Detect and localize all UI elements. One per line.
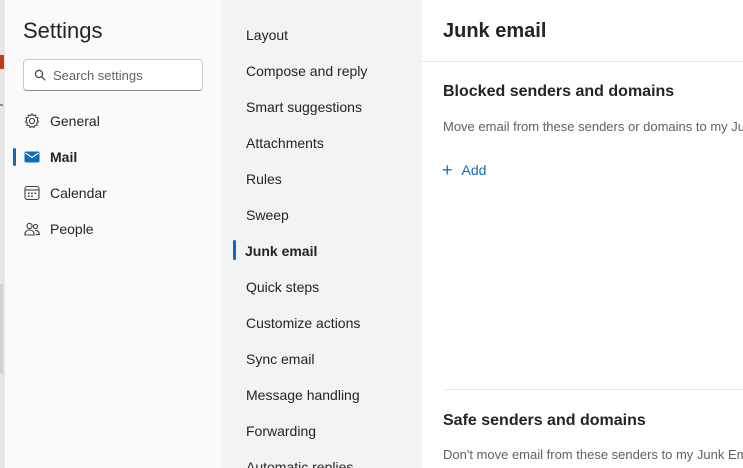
blocked-senders-description: Move email from these senders or domains… xyxy=(443,119,743,134)
page-title: Junk email xyxy=(443,20,547,42)
add-blocked-sender-button[interactable]: + Add xyxy=(442,160,486,180)
search-input[interactable] xyxy=(53,67,193,83)
subnav-item-attachments[interactable]: Attachments xyxy=(246,131,324,155)
safe-senders-description: Don't move email from these senders to m… xyxy=(443,447,743,462)
add-label: Add xyxy=(461,162,487,178)
mail-settings-nav: Layout Compose and reply Smart suggestio… xyxy=(222,0,422,468)
search-box[interactable] xyxy=(23,59,203,91)
nav-item-general[interactable]: General xyxy=(23,107,100,135)
subnav-item-sync-email[interactable]: Sync email xyxy=(246,347,314,371)
subnav-item-compose-and-reply[interactable]: Compose and reply xyxy=(246,59,367,83)
subnav-item-junk-email[interactable]: Junk email xyxy=(245,239,317,263)
background-app-fragment xyxy=(0,284,3,374)
nav-item-label: Mail xyxy=(50,149,78,165)
selected-indicator xyxy=(13,148,16,166)
subnav-item-smart-suggestions[interactable]: Smart suggestions xyxy=(246,95,362,119)
nav-item-mail[interactable]: Mail xyxy=(23,143,77,171)
subnav-item-quick-steps[interactable]: Quick steps xyxy=(246,275,319,299)
plus-icon: + xyxy=(442,160,453,180)
safe-senders-title: Safe senders and domains xyxy=(443,412,646,429)
subnav-item-message-handling[interactable]: Message handling xyxy=(246,383,360,407)
people-icon xyxy=(23,220,41,238)
background-app-fragment xyxy=(0,104,3,106)
nav-item-people[interactable]: People xyxy=(23,215,94,243)
blocked-senders-title: Blocked senders and domains xyxy=(443,83,675,100)
divider xyxy=(443,389,743,390)
selected-indicator xyxy=(233,240,236,260)
nav-item-label: Calendar xyxy=(50,185,107,201)
search-icon xyxy=(34,69,46,81)
settings-nav: Settings General Mail Calendar People xyxy=(5,0,222,468)
subnav-item-sweep[interactable]: Sweep xyxy=(246,203,289,227)
background-app-fragment xyxy=(0,55,4,69)
mail-icon xyxy=(23,148,41,166)
junk-email-panel: Junk email Blocked senders and domains M… xyxy=(422,0,743,468)
settings-title: Settings xyxy=(23,18,103,43)
subnav-item-layout[interactable]: Layout xyxy=(246,23,288,47)
subnav-item-automatic-replies[interactable]: Automatic replies xyxy=(246,455,353,468)
divider xyxy=(422,61,743,62)
calendar-icon xyxy=(23,184,41,202)
nav-item-label: General xyxy=(50,113,100,129)
subnav-item-forwarding[interactable]: Forwarding xyxy=(246,419,316,443)
nav-item-calendar[interactable]: Calendar xyxy=(23,179,107,207)
gear-icon xyxy=(23,112,41,130)
nav-item-label: People xyxy=(50,221,94,237)
subnav-item-rules[interactable]: Rules xyxy=(246,167,282,191)
subnav-item-customize-actions[interactable]: Customize actions xyxy=(246,311,360,335)
